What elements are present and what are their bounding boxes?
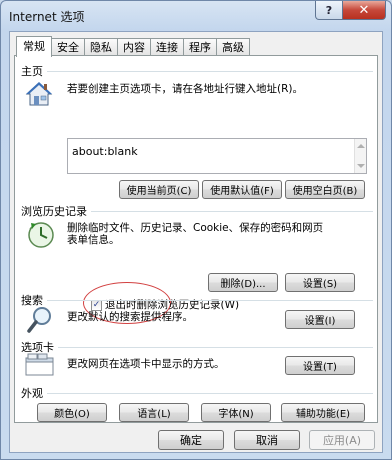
homepage-address-value: about:blank bbox=[72, 145, 138, 158]
cancel-button[interactable]: 取消 bbox=[234, 430, 300, 450]
fonts-button[interactable]: 字体(N) bbox=[201, 403, 271, 422]
tabs-section-header: 选项卡 bbox=[21, 339, 373, 355]
scroll-down-icon[interactable] bbox=[357, 164, 365, 168]
internet-options-window: Internet 选项 ? ✕ 常规 安全 隐私 内容 连接 程序 高级 主页 bbox=[0, 0, 392, 460]
history-description-line2: 表单信息。 bbox=[67, 234, 120, 246]
tab-programs[interactable]: 程序 bbox=[183, 38, 217, 56]
homepage-heading: 主页 bbox=[21, 63, 47, 79]
accessibility-button[interactable]: 辅助功能(E) bbox=[281, 403, 365, 422]
delete-history-button[interactable]: 删除(D)... bbox=[208, 273, 278, 292]
general-tab-panel: 主页 若要创建主页选项卡，请在各地址行键入地址(R)。 about:blank bbox=[14, 55, 378, 423]
section-divider bbox=[47, 299, 373, 301]
homepage-description: 若要创建主页选项卡，请在各地址行键入地址(R)。 bbox=[67, 83, 303, 95]
languages-button[interactable]: 语言(L) bbox=[119, 403, 189, 422]
magnifier-icon bbox=[27, 306, 53, 334]
tab-general[interactable]: 常规 bbox=[16, 36, 52, 57]
history-clock-icon bbox=[27, 221, 55, 249]
tab-security[interactable]: 安全 bbox=[51, 38, 85, 56]
address-scrollbar[interactable] bbox=[354, 139, 366, 173]
dialog-client: 常规 安全 隐私 内容 连接 程序 高级 主页 若要创建主页选项卡，请在各地址行… bbox=[9, 31, 383, 453]
search-settings-button[interactable]: 设置(I) bbox=[285, 310, 355, 329]
tab-privacy[interactable]: 隐私 bbox=[84, 38, 118, 56]
use-blank-button[interactable]: 使用空白页(B) bbox=[285, 180, 365, 199]
history-settings-button[interactable]: 设置(S) bbox=[285, 273, 355, 292]
tabs-icon bbox=[25, 353, 55, 377]
tab-advanced[interactable]: 高级 bbox=[216, 38, 250, 56]
homepage-address-field[interactable]: about:blank bbox=[67, 138, 367, 174]
tab-content[interactable]: 内容 bbox=[117, 38, 151, 56]
homepage-section-header: 主页 bbox=[21, 63, 373, 79]
appearance-section-header: 外观 bbox=[21, 385, 373, 401]
search-section-header: 搜索 bbox=[21, 292, 373, 308]
section-divider bbox=[47, 392, 373, 394]
help-button[interactable]: ? bbox=[315, 1, 343, 20]
section-divider bbox=[91, 210, 373, 212]
scroll-up-icon[interactable] bbox=[357, 144, 365, 148]
colors-button[interactable]: 颜色(O) bbox=[37, 403, 107, 422]
history-section-header: 浏览历史记录 bbox=[21, 203, 373, 219]
search-description: 更改默认的搜索提供程序。 bbox=[67, 311, 193, 323]
section-divider bbox=[58, 346, 373, 348]
tabs-description: 更改网页在选项卡中显示的方式。 bbox=[67, 358, 225, 370]
ok-button[interactable]: 确定 bbox=[158, 430, 224, 450]
apply-button[interactable]: 应用(A) bbox=[309, 430, 375, 450]
tabs-settings-button[interactable]: 设置(T) bbox=[285, 356, 355, 375]
history-heading: 浏览历史记录 bbox=[21, 203, 91, 219]
tab-strip: 常规 安全 隐私 内容 连接 程序 高级 bbox=[16, 36, 250, 57]
title-bar[interactable]: Internet 选项 ? ✕ bbox=[1, 1, 391, 29]
appearance-heading: 外观 bbox=[21, 385, 47, 401]
tab-connections[interactable]: 连接 bbox=[150, 38, 184, 56]
section-divider bbox=[47, 70, 373, 72]
house-icon bbox=[25, 81, 53, 107]
close-button[interactable]: ✕ bbox=[342, 1, 386, 20]
use-default-button[interactable]: 使用默认值(F) bbox=[202, 180, 282, 199]
window-title: Internet 选项 bbox=[9, 10, 85, 24]
use-current-button[interactable]: 使用当前页(C) bbox=[119, 180, 199, 199]
